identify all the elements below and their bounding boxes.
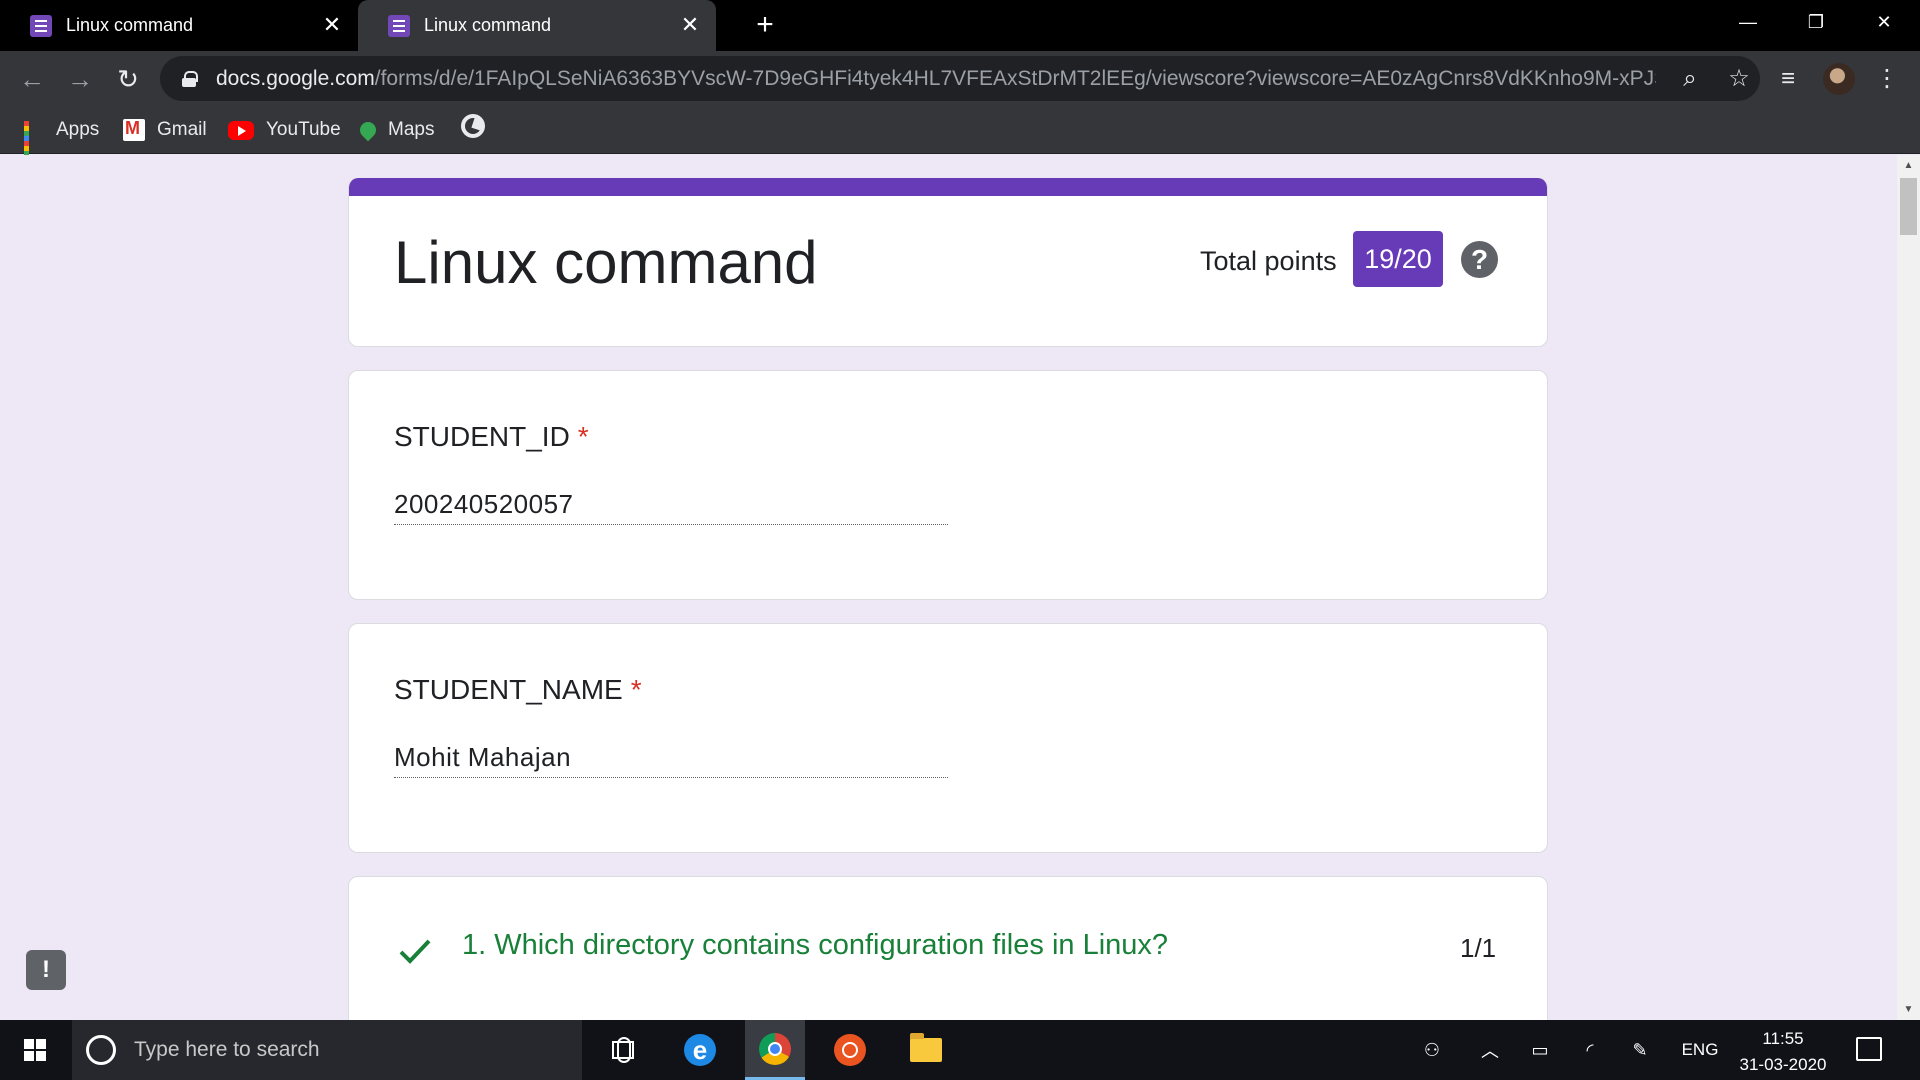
- tab-close-icon[interactable]: ✕: [320, 13, 344, 37]
- form-title: Linux command: [394, 229, 818, 296]
- bookmark-maps[interactable]: Maps: [356, 114, 434, 146]
- form-page: Linux command Total points 19/20 ? STUDE…: [0, 155, 1920, 1020]
- required-asterisk: *: [577, 421, 589, 452]
- folder-icon: [910, 1033, 942, 1062]
- profile-avatar[interactable]: [1823, 63, 1855, 95]
- tab-title: Linux command: [66, 15, 194, 35]
- clock-date: 31-03-2020: [1739, 1055, 1827, 1074]
- youtube-icon: [228, 120, 254, 140]
- taskbar-chrome[interactable]: [745, 1020, 805, 1080]
- battery-icon[interactable]: ▭: [1522, 1020, 1558, 1080]
- taskbar-edge[interactable]: e: [670, 1020, 730, 1080]
- maps-icon: [356, 118, 380, 142]
- show-hidden-icons-icon[interactable]: ︿: [1472, 1020, 1508, 1080]
- ubuntu-icon: [834, 1034, 866, 1066]
- clock[interactable]: 11:55 31-03-2020: [1728, 1026, 1838, 1078]
- help-icon[interactable]: ?: [1461, 241, 1498, 278]
- windows-taskbar: Type here to search e ⚇ ︿ ▭ ◜ ✎ ENG 11:5…: [0, 1020, 1920, 1080]
- scrollbar-thumb[interactable]: [1900, 178, 1917, 235]
- apps-icon: [22, 119, 44, 166]
- bookmark-apps[interactable]: Apps: [22, 114, 99, 166]
- scroll-down-arrow-icon[interactable]: ▼: [1900, 1001, 1917, 1018]
- browser-tab-1[interactable]: Linux command ✕: [0, 0, 358, 51]
- globe-bookmark-icon[interactable]: [461, 114, 485, 138]
- question-text: 1. Which directory contains configuratio…: [462, 929, 1169, 961]
- required-asterisk: *: [630, 674, 642, 705]
- edge-icon: e: [684, 1034, 716, 1066]
- zoom-icon[interactable]: ⌕: [1675, 64, 1705, 94]
- reload-icon[interactable]: ↻: [112, 63, 144, 95]
- network-icon[interactable]: ◜: [1572, 1020, 1608, 1080]
- search-placeholder: Type here to search: [134, 1038, 320, 1061]
- question-card-student-name: STUDENT_NAME * Mohit Mahajan: [348, 623, 1548, 853]
- bookmark-star-icon[interactable]: ☆: [1724, 64, 1754, 94]
- header-accent-bar: [349, 178, 1547, 196]
- answer-text: Mohit Mahajan: [394, 742, 948, 778]
- correct-check-icon: [399, 939, 431, 964]
- scrollbar-track[interactable]: [1897, 155, 1920, 1020]
- answer-text: 200240520057: [394, 489, 948, 525]
- tab-close-icon[interactable]: ✕: [678, 13, 702, 37]
- notification-icon[interactable]: [1856, 1037, 1882, 1061]
- taskbar-file-explorer[interactable]: [896, 1020, 956, 1080]
- total-points-label: Total points: [1200, 246, 1337, 276]
- pen-icon[interactable]: ✎: [1622, 1020, 1658, 1080]
- media-control-icon[interactable]: ≡: [1772, 63, 1804, 95]
- question-label: STUDENT_NAME *: [394, 674, 642, 705]
- form-header-card: Linux command Total points 19/20 ?: [348, 178, 1548, 347]
- people-icon[interactable]: ⚇: [1412, 1020, 1452, 1080]
- taskbar-ubuntu[interactable]: [820, 1020, 880, 1080]
- gmail-icon: [123, 119, 145, 141]
- menu-dots-icon[interactable]: ⋮: [1871, 63, 1903, 95]
- bookmarks-bar: Apps Gmail YouTube Maps: [0, 106, 1920, 166]
- close-window-button[interactable]: ✕: [1850, 0, 1918, 44]
- scroll-up-arrow-icon[interactable]: ▲: [1900, 157, 1917, 174]
- cortana-icon: [86, 1035, 116, 1065]
- browser-toolbar: ← → ↻ docs.google.com/forms/d/e/1FAIpQLS…: [0, 51, 1920, 106]
- forward-arrow-icon[interactable]: →: [64, 63, 96, 95]
- language-indicator[interactable]: ENG: [1672, 1020, 1728, 1080]
- graded-question-card: 1. Which directory contains configuratio…: [348, 876, 1548, 1020]
- start-button[interactable]: [0, 1020, 70, 1080]
- bookmark-gmail[interactable]: Gmail: [123, 114, 207, 146]
- restore-button[interactable]: ❐: [1782, 0, 1850, 44]
- task-view-button[interactable]: [593, 1020, 653, 1080]
- question-card-student-id: STUDENT_ID * 200240520057: [348, 370, 1548, 600]
- lock-icon[interactable]: [182, 70, 198, 87]
- minimize-button[interactable]: —: [1714, 0, 1782, 44]
- question-points: 1/1: [1460, 933, 1497, 963]
- question-label: STUDENT_ID *: [394, 421, 589, 452]
- forms-favicon-icon: [388, 14, 410, 37]
- score-badge: 19/20: [1353, 231, 1443, 287]
- windows-logo-icon: [24, 1039, 46, 1061]
- tab-title: Linux command: [424, 15, 552, 35]
- taskbar-search[interactable]: Type here to search: [72, 1020, 631, 1080]
- browser-tab-2[interactable]: Linux command ✕: [358, 0, 716, 51]
- back-arrow-icon[interactable]: ←: [16, 63, 48, 95]
- task-view-icon: [612, 1041, 634, 1059]
- clock-time: 11:55: [1762, 1029, 1804, 1048]
- forms-favicon-icon: [30, 14, 52, 37]
- tab-strip: Linux command ✕ Linux command ✕ + — ❐ ✕: [0, 0, 1920, 51]
- address-bar[interactable]: docs.google.com/forms/d/e/1FAIpQLSeNiA63…: [160, 56, 1760, 101]
- chrome-icon: [759, 1032, 791, 1065]
- report-feedback-icon[interactable]: !: [26, 950, 66, 990]
- new-tab-button[interactable]: +: [750, 10, 780, 40]
- url-text[interactable]: docs.google.com/forms/d/e/1FAIpQLSeNiA63…: [216, 67, 1656, 91]
- bookmark-youtube[interactable]: YouTube: [228, 114, 341, 146]
